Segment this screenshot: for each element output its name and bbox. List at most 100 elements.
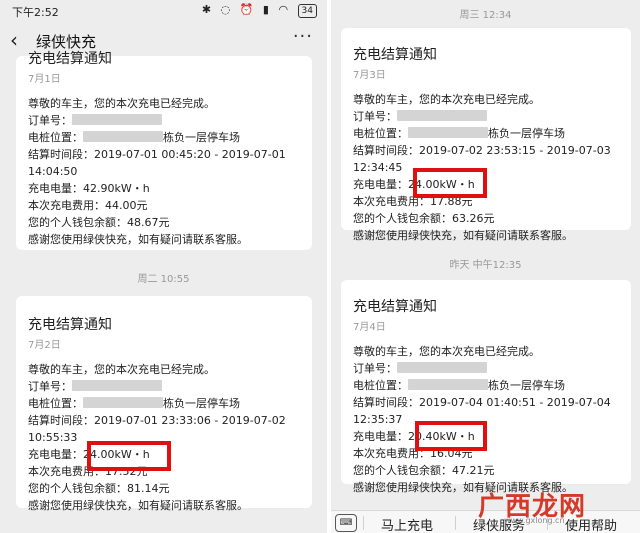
signal-icon: ▮ — [262, 3, 272, 16]
energy-label: 充电电量： — [28, 448, 83, 461]
alarm-icon: ⏰ — [239, 3, 257, 16]
redacted-order-number — [397, 362, 487, 373]
balance-label: 您的个人钱包余额： — [353, 212, 452, 225]
battery-icon: 34 — [297, 4, 317, 18]
order-label: 订单号： — [28, 380, 72, 393]
greeting-text: 尊敬的车主，您的本次充电已经完成。 — [28, 97, 215, 110]
location-label: 电桩位置： — [353, 127, 408, 140]
balance-row: 您的个人钱包余额：63.26元 — [353, 210, 619, 227]
greeting-text: 尊敬的车主，您的本次充电已经完成。 — [353, 345, 540, 358]
back-arrow-icon[interactable]: ‹ — [10, 28, 18, 52]
period-start: 2019-07-01 23:33:06 - 2019-07-02 — [94, 414, 286, 427]
redacted-location — [83, 397, 163, 408]
energy-value: 42.90kW・h — [83, 182, 150, 195]
order-row: 订单号： — [353, 360, 619, 377]
highlight-box — [87, 441, 171, 471]
greeting-text: 尊敬的车主，您的本次充电已经完成。 — [28, 363, 215, 376]
order-row: 订单号： — [28, 378, 300, 395]
period-label: 结算时间段： — [353, 396, 419, 409]
message-card-2[interactable]: 充电结算通知 7月2日 尊敬的车主，您的本次充电已经完成。 订单号： 电桩位置：… — [16, 296, 312, 512]
period-start: 2019-07-02 23:53:15 - 2019-07-03 — [419, 144, 611, 157]
wifi-icon: ◠ — [278, 3, 292, 16]
mute-icon: ◌ — [220, 3, 234, 16]
period-start: 2019-07-01 00:45:20 - 2019-07-01 — [94, 148, 286, 161]
watermark-url: www.gxlong.cn — [504, 516, 565, 525]
location-row: 电桩位置： 栋负一层停车场 — [28, 395, 300, 412]
location-label: 电桩位置： — [28, 131, 83, 144]
card-title: 充电结算通知 — [28, 51, 112, 67]
period-end: 14:04:50 — [28, 165, 78, 178]
period-row: 结算时间段：2019-07-04 01:40:51 - 2019-07-04 — [353, 394, 619, 411]
balance-value: 81.14元 — [127, 482, 170, 495]
balance-label: 您的个人钱包余额： — [28, 216, 127, 229]
redacted-order-number — [72, 380, 162, 391]
period-label: 结算时间段： — [28, 414, 94, 427]
card-title: 充电结算通知 — [353, 47, 437, 63]
balance-label: 您的个人钱包余额： — [353, 464, 452, 477]
balance-value: 47.21元 — [452, 464, 495, 477]
right-screenshot: 周三 12:34 充电结算通知 7月3日 尊敬的车主，您的本次充电已经完成。 订… — [331, 0, 640, 533]
balance-row: 您的个人钱包余额：48.67元 — [28, 214, 300, 231]
location-label: 电桩位置： — [353, 379, 408, 392]
thanks-text: 感谢您使用绿侠快充，如有疑问请联系客服。 — [28, 233, 248, 246]
timestamp-right-top: 周三 12:34 — [459, 10, 512, 21]
balance-label: 您的个人钱包余额： — [28, 482, 127, 495]
period-row: 结算时间段：2019-07-02 23:53:15 - 2019-07-03 — [353, 142, 619, 159]
location-row: 电桩位置： 栋负一层停车场 — [28, 129, 300, 146]
card-date: 7月1日 — [28, 74, 61, 85]
balance-value: 48.67元 — [127, 216, 170, 229]
status-time: 下午2:52 — [12, 6, 59, 19]
location-suffix: 栋负一层停车场 — [488, 379, 565, 392]
status-bar: 下午2:52 ✱ ◌ ⏰ ▮ ◠ 34 — [0, 0, 327, 22]
period-row: 结算时间段：2019-07-01 23:33:06 - 2019-07-02 — [28, 412, 300, 429]
message-card-3[interactable]: 充电结算通知 7月3日 尊敬的车主，您的本次充电已经完成。 订单号： 电桩位置：… — [341, 28, 631, 242]
menu-separator — [455, 516, 456, 530]
energy-row: 充电电量：42.90kW・h — [28, 180, 300, 197]
message-card-1[interactable]: 充电结算通知 7月1日 尊敬的车主，您的本次充电已经完成。 订单号： 电桩位置：… — [16, 51, 312, 250]
fee-row: 本次充电费用：44.00元 — [28, 197, 300, 214]
energy-label: 充电电量： — [353, 178, 408, 191]
thanks-text: 感谢您使用绿侠快充，如有疑问请联系客服。 — [28, 499, 248, 512]
balance-row: 您的个人钱包余额：47.21元 — [353, 462, 619, 479]
location-suffix: 栋负一层停车场 — [163, 397, 240, 410]
message-card-4[interactable]: 充电结算通知 7月4日 尊敬的车主，您的本次充电已经完成。 订单号： 电桩位置：… — [341, 280, 631, 494]
location-suffix: 栋负一层停车场 — [488, 127, 565, 140]
location-row: 电桩位置： 栋负一层停车场 — [353, 125, 619, 142]
menu-item-charge[interactable]: 马上充电 — [381, 515, 433, 533]
period-start: 2019-07-04 01:40:51 - 2019-07-04 — [419, 396, 611, 409]
order-row: 订单号： — [353, 108, 619, 125]
order-label: 订单号： — [353, 362, 397, 375]
period-label: 结算时间段： — [353, 144, 419, 157]
redacted-location — [83, 131, 163, 142]
greeting-text: 尊敬的车主，您的本次充电已经完成。 — [353, 93, 540, 106]
order-row: 订单号： — [28, 112, 300, 129]
energy-label: 充电电量： — [353, 430, 408, 443]
energy-label: 充电电量： — [28, 182, 83, 195]
period-row: 结算时间段：2019-07-01 00:45:20 - 2019-07-01 — [28, 146, 300, 163]
menu-separator — [363, 516, 364, 530]
order-label: 订单号： — [353, 110, 397, 123]
thanks-text: 感谢您使用绿侠快充，如有疑问请联系客服。 — [353, 229, 573, 242]
timestamp-right-mid: 昨天 中午12:35 — [449, 260, 522, 271]
highlight-box — [413, 168, 487, 198]
location-suffix: 栋负一层停车场 — [163, 131, 240, 144]
redacted-order-number — [397, 110, 487, 121]
balance-row: 您的个人钱包余额：81.14元 — [28, 480, 300, 497]
card-title: 充电结算通知 — [28, 317, 112, 333]
more-icon[interactable]: ··· — [293, 26, 313, 47]
card-date: 7月4日 — [353, 322, 386, 333]
redacted-order-number — [72, 114, 162, 125]
balance-value: 63.26元 — [452, 212, 495, 225]
card-title: 充电结算通知 — [353, 299, 437, 315]
keyboard-icon[interactable]: ⌨ — [335, 514, 357, 532]
redacted-location — [408, 127, 488, 138]
period-label: 结算时间段： — [28, 148, 94, 161]
card-date: 7月2日 — [28, 340, 61, 351]
highlight-box — [415, 421, 487, 451]
bluetooth-icon: ✱ — [201, 3, 215, 16]
left-screenshot: 下午2:52 ✱ ◌ ⏰ ▮ ◠ 34 ‹ 绿侠快充 ··· 充电结算通知 7月… — [0, 0, 327, 533]
status-icons: ✱ ◌ ⏰ ▮ ◠ 34 — [202, 3, 317, 18]
location-row: 电桩位置： 栋负一层停车场 — [353, 377, 619, 394]
fee-label: 本次充电费用： — [28, 199, 105, 212]
timestamp-left-mid: 周二 10:55 — [137, 274, 190, 285]
